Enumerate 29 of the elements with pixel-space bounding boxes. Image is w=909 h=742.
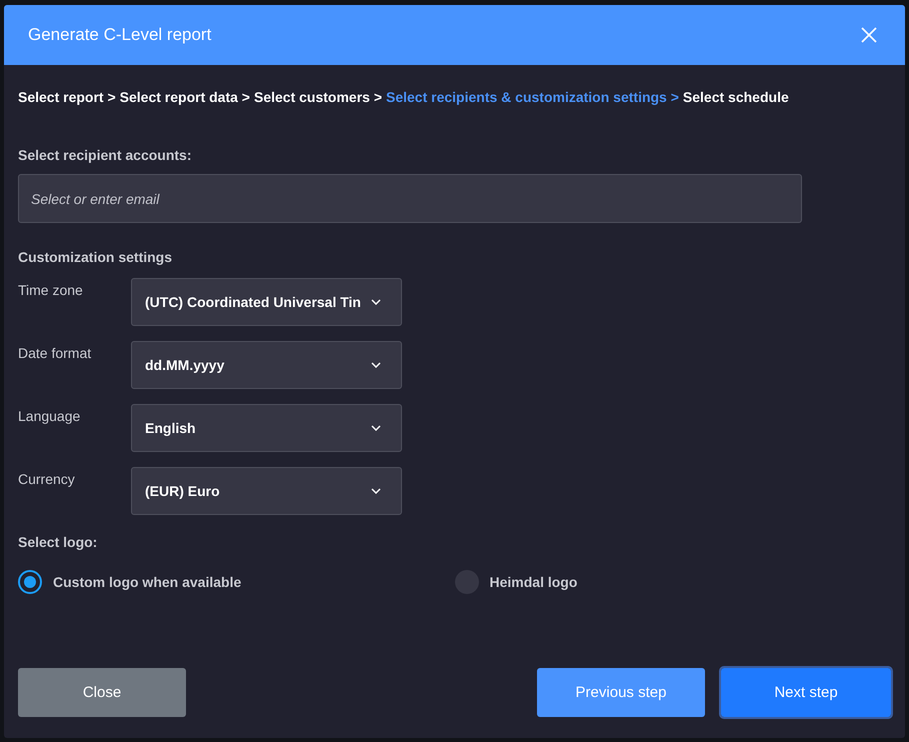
next-step-button[interactable]: Next step: [721, 668, 891, 717]
radio-button[interactable]: [18, 570, 42, 594]
dropdown[interactable]: (EUR) Euro: [131, 467, 402, 515]
breadcrumb-step[interactable]: Select recipients & customization settings >: [386, 89, 679, 105]
field-label: Currency: [18, 471, 76, 487]
field-label: Language: [18, 408, 82, 424]
close-button[interactable]: Close: [18, 668, 186, 717]
section-heading: Customization settings: [18, 249, 174, 265]
close-icon: [861, 27, 877, 43]
dropdown[interactable]: (UTC) Coordinated Universal Tin: [131, 278, 402, 326]
breadcrumb-step[interactable]: Select report >: [18, 89, 116, 105]
section-label: Select logo:: [18, 534, 98, 550]
dropdown[interactable]: English: [131, 404, 402, 452]
chevron-down-icon: [371, 488, 381, 494]
section-label: Select recipient accounts:: [18, 147, 193, 163]
email-field[interactable]: Select or enter email: [18, 174, 802, 223]
breadcrumb-step[interactable]: Select report data >: [120, 89, 250, 105]
chevron-down-icon: [371, 299, 381, 305]
close-button[interactable]: [861, 27, 877, 43]
breadcrumb-step[interactable]: Select schedule: [682, 89, 789, 105]
dialog-title: Generate C-Level report: [28, 25, 212, 45]
radio-label: Custom logo when available: [53, 574, 242, 590]
radio-label: Heimdal logo: [490, 574, 578, 590]
dropdown[interactable]: dd.MM.yyyy: [131, 341, 402, 389]
chevron-down-icon: [371, 362, 381, 368]
field-label: Time zone: [18, 282, 84, 298]
breadcrumb-step[interactable]: Select customers >: [254, 89, 382, 105]
field-label: Date format: [18, 345, 92, 361]
chevron-down-icon: [371, 425, 381, 431]
